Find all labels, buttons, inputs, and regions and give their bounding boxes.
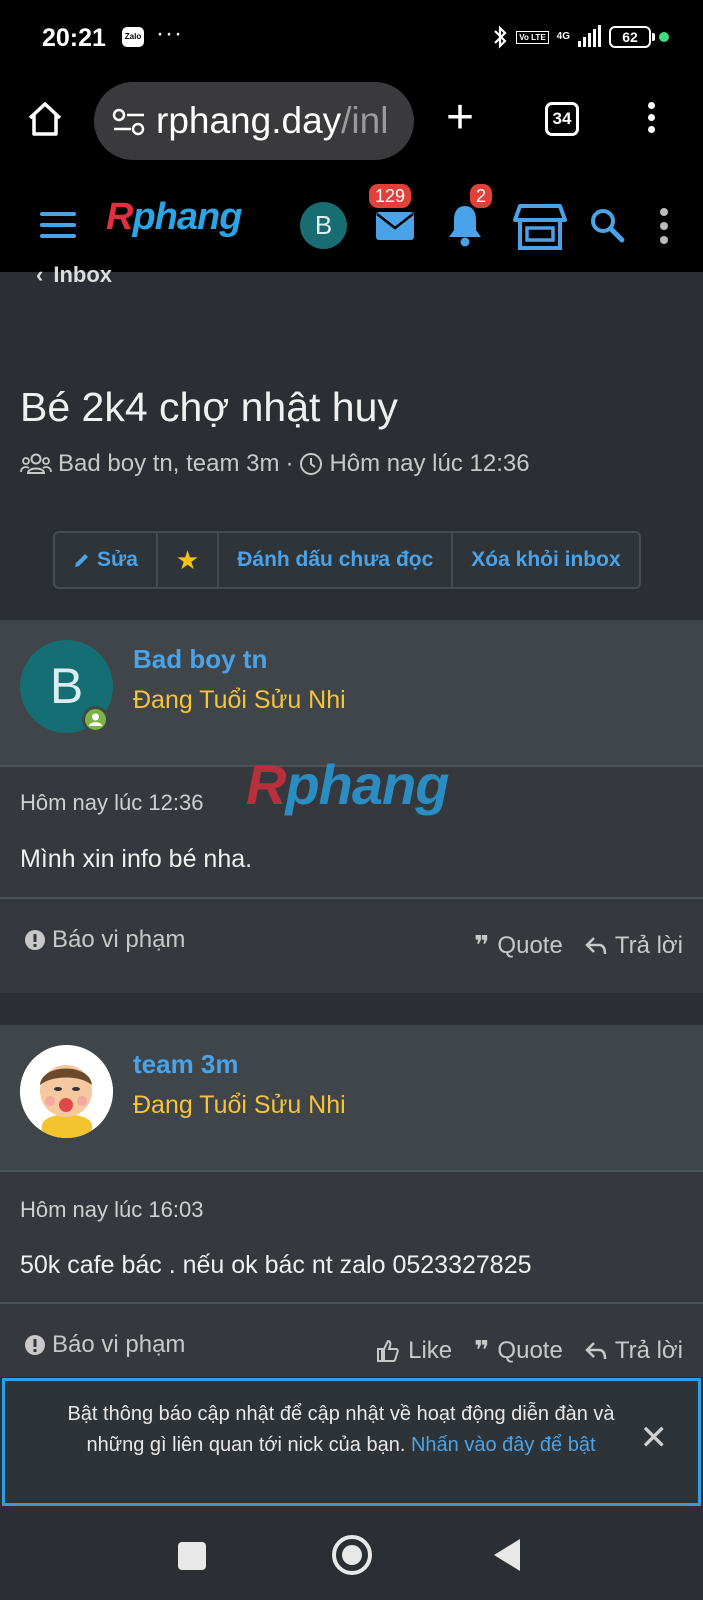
thumbs-up-icon bbox=[377, 1339, 399, 1362]
more-notifications-icon: ··· bbox=[156, 20, 183, 47]
watermark-logo: Rphang bbox=[246, 753, 449, 816]
reply-icon bbox=[585, 936, 607, 954]
message-user-block: team 3m Đang Tuổi Sửu Nhi bbox=[0, 1025, 703, 1172]
chevron-left-icon: ‹ bbox=[36, 262, 44, 287]
address-bar[interactable]: rphang.day/inl bbox=[94, 82, 414, 160]
message-actions: ❞ Quote Trả lời bbox=[474, 930, 683, 961]
enable-notifications-link[interactable]: Nhấn vào đây để bật bbox=[411, 1434, 596, 1456]
pencil-icon bbox=[75, 554, 88, 567]
account-avatar[interactable]: B bbox=[300, 202, 347, 249]
inbox-button[interactable]: 129 bbox=[369, 184, 415, 244]
notice-text: Bật thông báo cập nhật để cập nhật về ho… bbox=[67, 1403, 615, 1456]
clock-icon bbox=[300, 453, 323, 475]
site-logo[interactable]: Rphang bbox=[106, 196, 242, 239]
quote-button[interactable]: ❞ Quote bbox=[474, 930, 563, 961]
message-username[interactable]: team 3m bbox=[133, 1049, 239, 1080]
breadcrumb[interactable]: ‹ Inbox bbox=[36, 262, 112, 288]
divider bbox=[0, 897, 703, 899]
user-rank: Đang Tuổi Sửu Nhi bbox=[133, 1091, 346, 1119]
alerts-button[interactable]: 2 bbox=[446, 184, 493, 248]
site-header: Rphang B 129 2 bbox=[0, 166, 703, 272]
message-footer: Báo vi phạm ❞ Quote Trả lời bbox=[0, 912, 703, 972]
bluetooth-icon bbox=[494, 25, 507, 49]
message-username[interactable]: Bad boy tn bbox=[133, 644, 267, 675]
online-status-icon bbox=[82, 706, 109, 733]
conversation-start-time: Hôm nay lúc 12:36 bbox=[329, 450, 530, 477]
star-button[interactable]: ★ bbox=[158, 533, 220, 587]
mark-unread-button[interactable]: Đánh dấu chưa đọc bbox=[219, 533, 454, 587]
store-icon[interactable] bbox=[512, 202, 568, 252]
status-icons: Vo LTE 4G 62 bbox=[492, 24, 669, 50]
reply-icon bbox=[585, 1341, 607, 1359]
report-button[interactable]: Báo vi phạm bbox=[24, 926, 185, 954]
quote-icon: ❞ bbox=[474, 930, 490, 960]
message-body: Mình xin info bé nha. bbox=[20, 845, 253, 873]
volte-icon: Vo LTE bbox=[516, 30, 549, 44]
warning-icon bbox=[25, 930, 45, 950]
message-time[interactable]: Hôm nay lúc 16:03 bbox=[20, 1197, 203, 1223]
like-button[interactable]: Like bbox=[376, 1337, 452, 1365]
url-text[interactable]: rphang.day/inl bbox=[156, 100, 388, 142]
browser-menu-icon[interactable] bbox=[648, 102, 656, 136]
status-time: 20:21 bbox=[42, 24, 106, 52]
star-icon: ★ bbox=[175, 544, 200, 575]
privacy-dot-icon bbox=[659, 32, 669, 42]
new-tab-icon[interactable]: + bbox=[446, 94, 474, 142]
envelope-icon bbox=[376, 212, 414, 240]
signal-icon bbox=[578, 25, 601, 47]
quote-icon: ❞ bbox=[474, 1335, 490, 1365]
recents-button[interactable] bbox=[178, 1542, 206, 1570]
battery-icon: 62 bbox=[609, 26, 655, 48]
status-bar: 20:21 Zalo ··· Vo LTE 4G 62 bbox=[0, 0, 703, 72]
user-rank: Đang Tuổi Sửu Nhi bbox=[133, 686, 346, 714]
page-title: Bé 2k4 chợ nhật huy bbox=[20, 384, 398, 430]
users-icon bbox=[20, 453, 52, 474]
home-icon[interactable] bbox=[26, 100, 64, 138]
tab-switcher-button[interactable]: 34 bbox=[545, 102, 579, 136]
search-icon[interactable] bbox=[588, 206, 626, 244]
warning-icon bbox=[25, 1335, 45, 1355]
breadcrumb-inbox[interactable]: Inbox bbox=[53, 262, 112, 287]
leave-conversation-button[interactable]: Xóa khỏi inbox bbox=[453, 533, 638, 587]
hamburger-menu-icon[interactable] bbox=[40, 212, 76, 245]
message-time[interactable]: Hôm nay lúc 12:36 bbox=[20, 790, 203, 816]
conversation-meta: Bad boy tn, team 3m · Hôm nay lúc 12:36 bbox=[20, 450, 530, 478]
zalo-notification-icon: Zalo bbox=[122, 27, 144, 47]
browser-toolbar: rphang.day/inl + 34 bbox=[0, 72, 703, 166]
site-more-icon[interactable] bbox=[660, 208, 668, 250]
back-button[interactable] bbox=[494, 1539, 520, 1571]
meta-separator: · bbox=[285, 450, 294, 477]
push-notification-banner: Bật thông báo cập nhật để cập nhật về ho… bbox=[2, 1378, 701, 1506]
conversation-participants[interactable]: Bad boy tn, team 3m bbox=[58, 450, 279, 478]
system-nav-bar bbox=[0, 1510, 703, 1600]
quote-button[interactable]: ❞ Quote bbox=[474, 1335, 563, 1366]
close-icon[interactable]: ✕ bbox=[640, 1421, 669, 1455]
bell-icon bbox=[449, 206, 481, 247]
message-user-block: B Bad boy tn Đang Tuổi Sửu Nhi bbox=[0, 620, 703, 767]
network-type: 4G bbox=[556, 31, 570, 42]
divider bbox=[0, 1302, 703, 1304]
reply-button[interactable]: Trả lời bbox=[585, 1337, 683, 1365]
home-button[interactable] bbox=[332, 1535, 372, 1575]
message-footer: Báo vi phạm Like ❞ Quote Trả lời bbox=[0, 1317, 703, 1377]
conversation-actions: Sửa ★ Đánh dấu chưa đọc Xóa khỏi inbox bbox=[53, 531, 641, 589]
message-actions: Like ❞ Quote Trả lời bbox=[376, 1335, 683, 1366]
message-2: team 3m Đang Tuổi Sửu Nhi Hôm nay lúc 16… bbox=[0, 1025, 703, 1377]
reply-button[interactable]: Trả lời bbox=[585, 932, 683, 960]
site-settings-icon[interactable] bbox=[112, 108, 146, 136]
edit-button[interactable]: Sửa bbox=[55, 533, 158, 587]
inbox-badge: 129 bbox=[369, 184, 412, 208]
report-button[interactable]: Báo vi phạm bbox=[24, 1331, 185, 1359]
avatar[interactable] bbox=[20, 1045, 113, 1138]
message-body: 50k cafe bác . nếu ok bác nt zalo 052332… bbox=[20, 1251, 532, 1279]
alerts-badge: 2 bbox=[470, 184, 493, 208]
